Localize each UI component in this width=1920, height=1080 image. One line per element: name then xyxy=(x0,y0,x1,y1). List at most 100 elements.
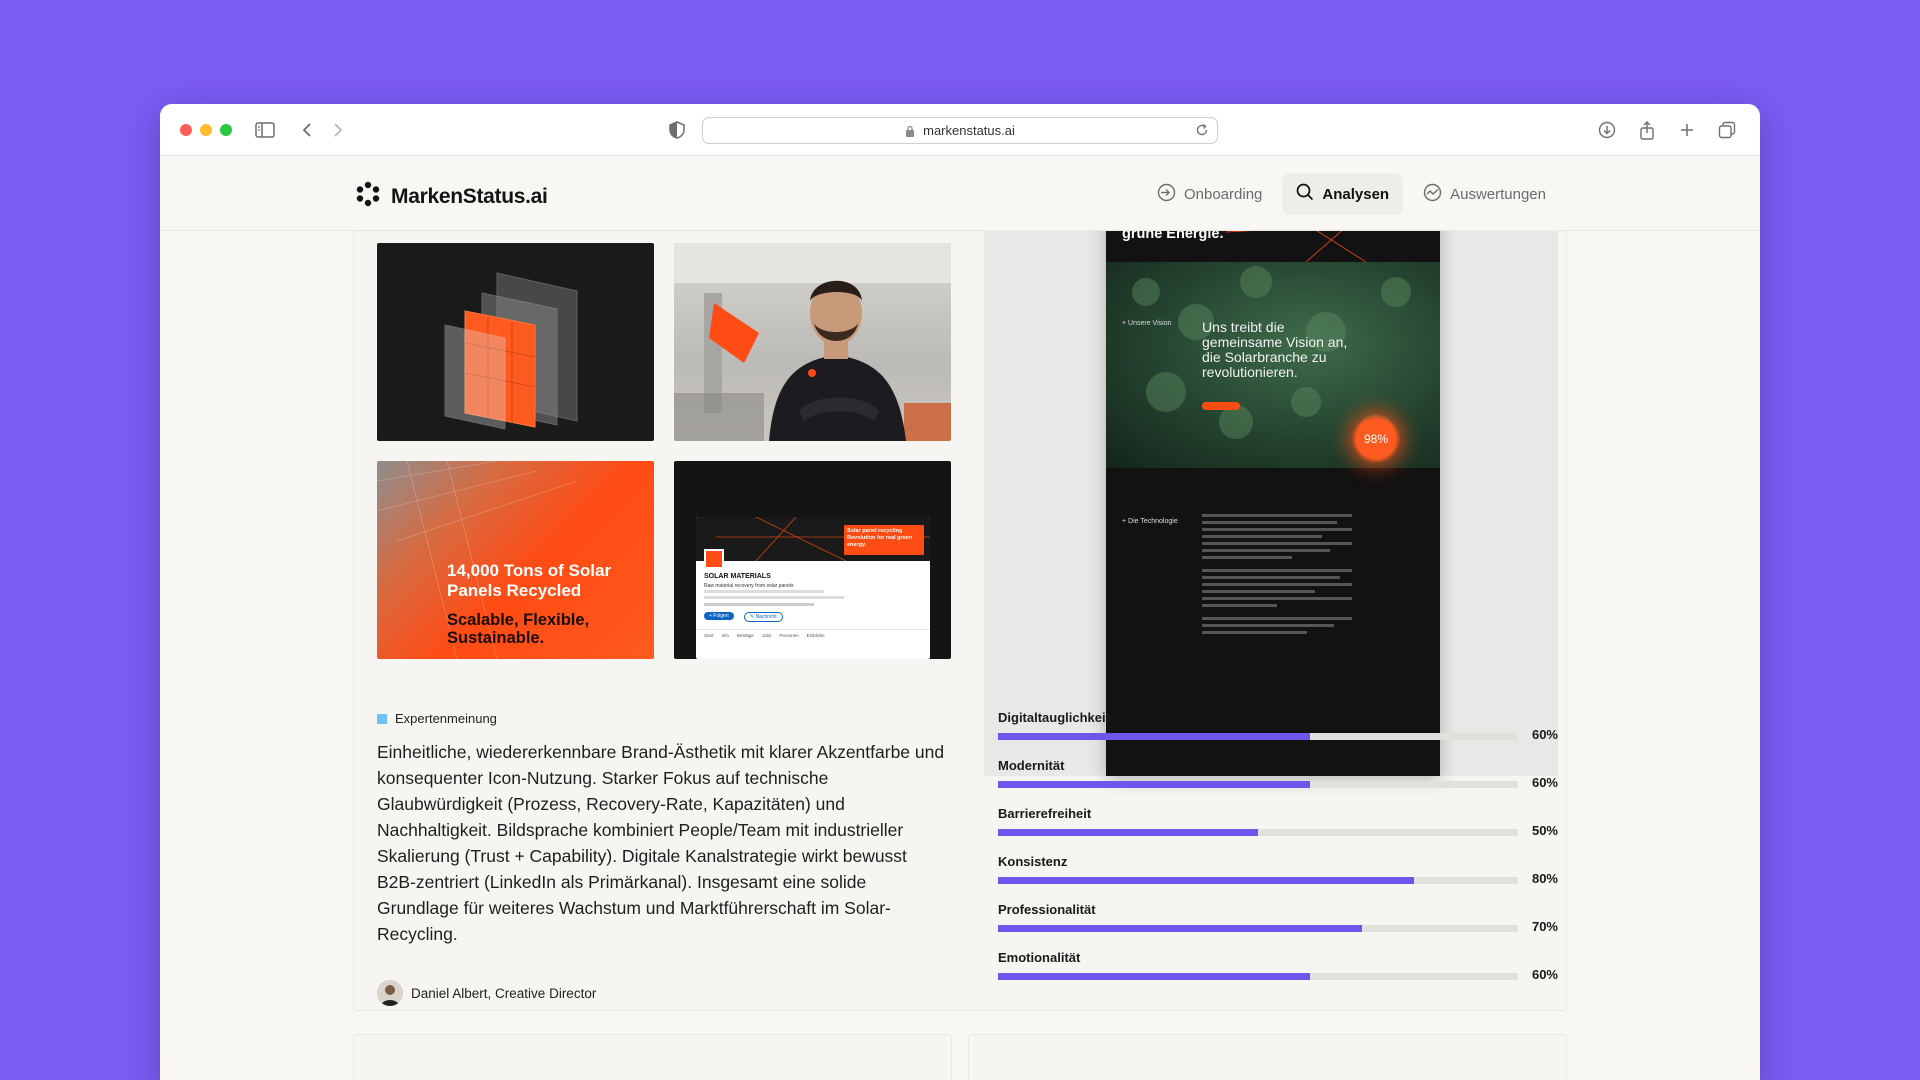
reload-icon[interactable] xyxy=(1195,123,1209,137)
metric-label: Barrierefreiheit xyxy=(998,806,1092,821)
recycled-subtitle: Scalable, Flexible, Sustainable. xyxy=(447,611,590,647)
preview-hero-text: Solar panel Recycling Revolution für wir… xyxy=(1122,231,1224,242)
downloads-icon[interactable] xyxy=(1595,118,1619,142)
tab-overview-icon[interactable] xyxy=(1715,118,1739,142)
website-mobile-screenshot: Solar panel Recycling Revolution für wir… xyxy=(1106,231,1440,776)
preview-percentage-badge: 98% xyxy=(1351,414,1401,464)
next-analysis-card[interactable] xyxy=(353,1034,952,1080)
linkedin-follow-button: + Folgen xyxy=(704,612,734,620)
linkedin-company-name: SOLAR MATERIALS xyxy=(704,573,771,580)
gallery-image-linkedin[interactable]: Solar panel recycling Revolution for rea… xyxy=(674,461,951,659)
trend-icon xyxy=(1423,183,1442,206)
metric-value: 60% xyxy=(1531,775,1558,790)
metric-row: Emotionalität 60% xyxy=(998,950,1558,998)
linkedin-tab: Start xyxy=(704,633,714,638)
forward-icon[interactable] xyxy=(326,118,350,142)
linkedin-message-button: ✎ Nachricht xyxy=(744,612,783,622)
nav-onboarding[interactable]: Onboarding xyxy=(1143,173,1276,215)
browser-window: markenstatus.ai MarkenStatus.ai Onboardi… xyxy=(160,104,1760,1080)
metric-progress-fill xyxy=(998,877,1414,884)
lock-icon xyxy=(905,125,915,137)
close-window-button[interactable] xyxy=(180,124,192,136)
metric-label: Emotionalität xyxy=(998,950,1081,965)
metric-progress-track xyxy=(998,973,1518,980)
metric-progress-fill xyxy=(998,973,1310,980)
privacy-shield-icon[interactable] xyxy=(665,118,689,142)
nav-analysen-label: Analysen xyxy=(1322,185,1390,203)
preview-tech-label: + Die Technologie xyxy=(1122,518,1178,525)
gallery-image-panel-layers[interactable] xyxy=(377,243,654,441)
address-bar[interactable]: markenstatus.ai xyxy=(702,117,1218,144)
preview-forest-section: + Unsere Vision Uns treibt die gemeinsam… xyxy=(1106,262,1440,468)
zoom-window-button[interactable] xyxy=(220,124,232,136)
linkedin-banner: Solar panel recycling Revolution for rea… xyxy=(696,517,930,561)
expert-author: Daniel Albert, Creative Director xyxy=(377,980,596,1006)
avatar xyxy=(377,980,403,1006)
metric-progress-track xyxy=(998,829,1518,836)
gallery-image-team-portrait[interactable] xyxy=(674,243,951,441)
back-icon[interactable] xyxy=(295,118,319,142)
metric-value: 70% xyxy=(1531,919,1558,934)
metric-label: Konsistenz xyxy=(998,854,1068,869)
preview-vision-label: + Unsere Vision xyxy=(1122,320,1172,327)
app-header: MarkenStatus.ai Onboarding Analysen Ausw… xyxy=(160,157,1760,231)
main-nav: Onboarding Analysen Auswertungen xyxy=(1143,173,1560,215)
preview-tech-text xyxy=(1202,514,1352,638)
metric-progress-fill xyxy=(998,829,1258,836)
brand-logo[interactable]: MarkenStatus.ai xyxy=(355,181,548,212)
metric-row: Konsistenz 80% xyxy=(998,854,1558,902)
linkedin-meta-line xyxy=(704,590,824,593)
gallery-image-recycled-stats[interactable]: 14,000 Tons of Solar Panels Recycled Sca… xyxy=(377,461,654,659)
metric-progress-fill xyxy=(998,733,1310,740)
tag-square-icon xyxy=(377,713,387,724)
linkedin-preview: Solar panel recycling Revolution for rea… xyxy=(696,517,930,659)
brand-analysis-card: 14,000 Tons of Solar Panels Recycled Sca… xyxy=(353,231,1567,1011)
metric-value: 50% xyxy=(1531,823,1558,838)
linkedin-tagline: Raw material recovery from solar panels xyxy=(704,583,794,589)
metric-row: Professionalität 70% xyxy=(998,902,1558,950)
sidebar-toggle-icon[interactable] xyxy=(253,118,277,142)
nav-auswertungen[interactable]: Auswertungen xyxy=(1409,173,1560,215)
metric-progress-track xyxy=(998,877,1518,884)
linkedin-divider xyxy=(696,629,930,630)
expert-tag-label: Expertenmeinung xyxy=(395,711,497,726)
metric-label: Digitaltauglichkeit xyxy=(998,710,1110,725)
linkedin-tab: Jobs xyxy=(761,633,772,638)
linkedin-meta-line xyxy=(704,603,814,606)
linkedin-company-logo xyxy=(704,549,724,569)
minimize-window-button[interactable] xyxy=(200,124,212,136)
metric-progress-track xyxy=(998,925,1518,932)
linkedin-meta-line xyxy=(704,596,844,599)
preview-vision-title: Uns treibt die gemeinsame Vision an, die… xyxy=(1202,319,1348,380)
share-icon[interactable] xyxy=(1635,118,1659,142)
metric-row: Digitaltauglichkeit 60% xyxy=(998,710,1558,758)
window-controls xyxy=(180,124,232,136)
preview-cta-pill xyxy=(1202,402,1240,410)
website-preview-panel[interactable]: Solar panel Recycling Revolution für wir… xyxy=(984,231,1558,776)
metric-label: Modernität xyxy=(998,758,1065,773)
linkedin-tabs: Start Info Beiträge Jobs Personen Einbli… xyxy=(704,633,825,638)
analysis-content: 14,000 Tons of Solar Panels Recycled Sca… xyxy=(160,231,1760,1080)
url-text: markenstatus.ai xyxy=(923,123,1015,138)
recycled-title: 14,000 Tons of Solar Panels Recycled xyxy=(447,561,612,600)
metrics-list: Digitaltauglichkeit 60% Modernität 60% B… xyxy=(998,710,1558,998)
metric-value: 60% xyxy=(1531,727,1558,742)
expert-opinion-tag: Expertenmeinung xyxy=(377,711,497,726)
nav-analysen[interactable]: Analysen xyxy=(1282,173,1404,215)
linkedin-tab: Personen xyxy=(779,633,799,638)
metric-value: 80% xyxy=(1531,871,1558,886)
new-tab-icon[interactable] xyxy=(1675,118,1699,142)
metric-row: Modernität 60% xyxy=(998,758,1558,806)
next-analysis-card[interactable] xyxy=(968,1034,1567,1080)
linkedin-tab: Beiträge xyxy=(737,633,754,638)
nav-auswertungen-label: Auswertungen xyxy=(1450,185,1546,203)
linkedin-tab: Einblicke xyxy=(806,633,825,638)
nav-onboarding-label: Onboarding xyxy=(1183,185,1263,203)
linkedin-banner-text: Solar panel recycling Revolution for rea… xyxy=(844,525,924,555)
flower-logo-icon xyxy=(355,181,381,212)
metric-progress-track xyxy=(998,733,1518,740)
linkedin-tab: Info xyxy=(721,633,730,638)
browser-toolbar: markenstatus.ai xyxy=(160,104,1760,156)
metric-progress-fill xyxy=(998,781,1310,788)
expert-opinion-text: Einheitliche, wiedererkennbare Brand-Äst… xyxy=(377,742,945,944)
